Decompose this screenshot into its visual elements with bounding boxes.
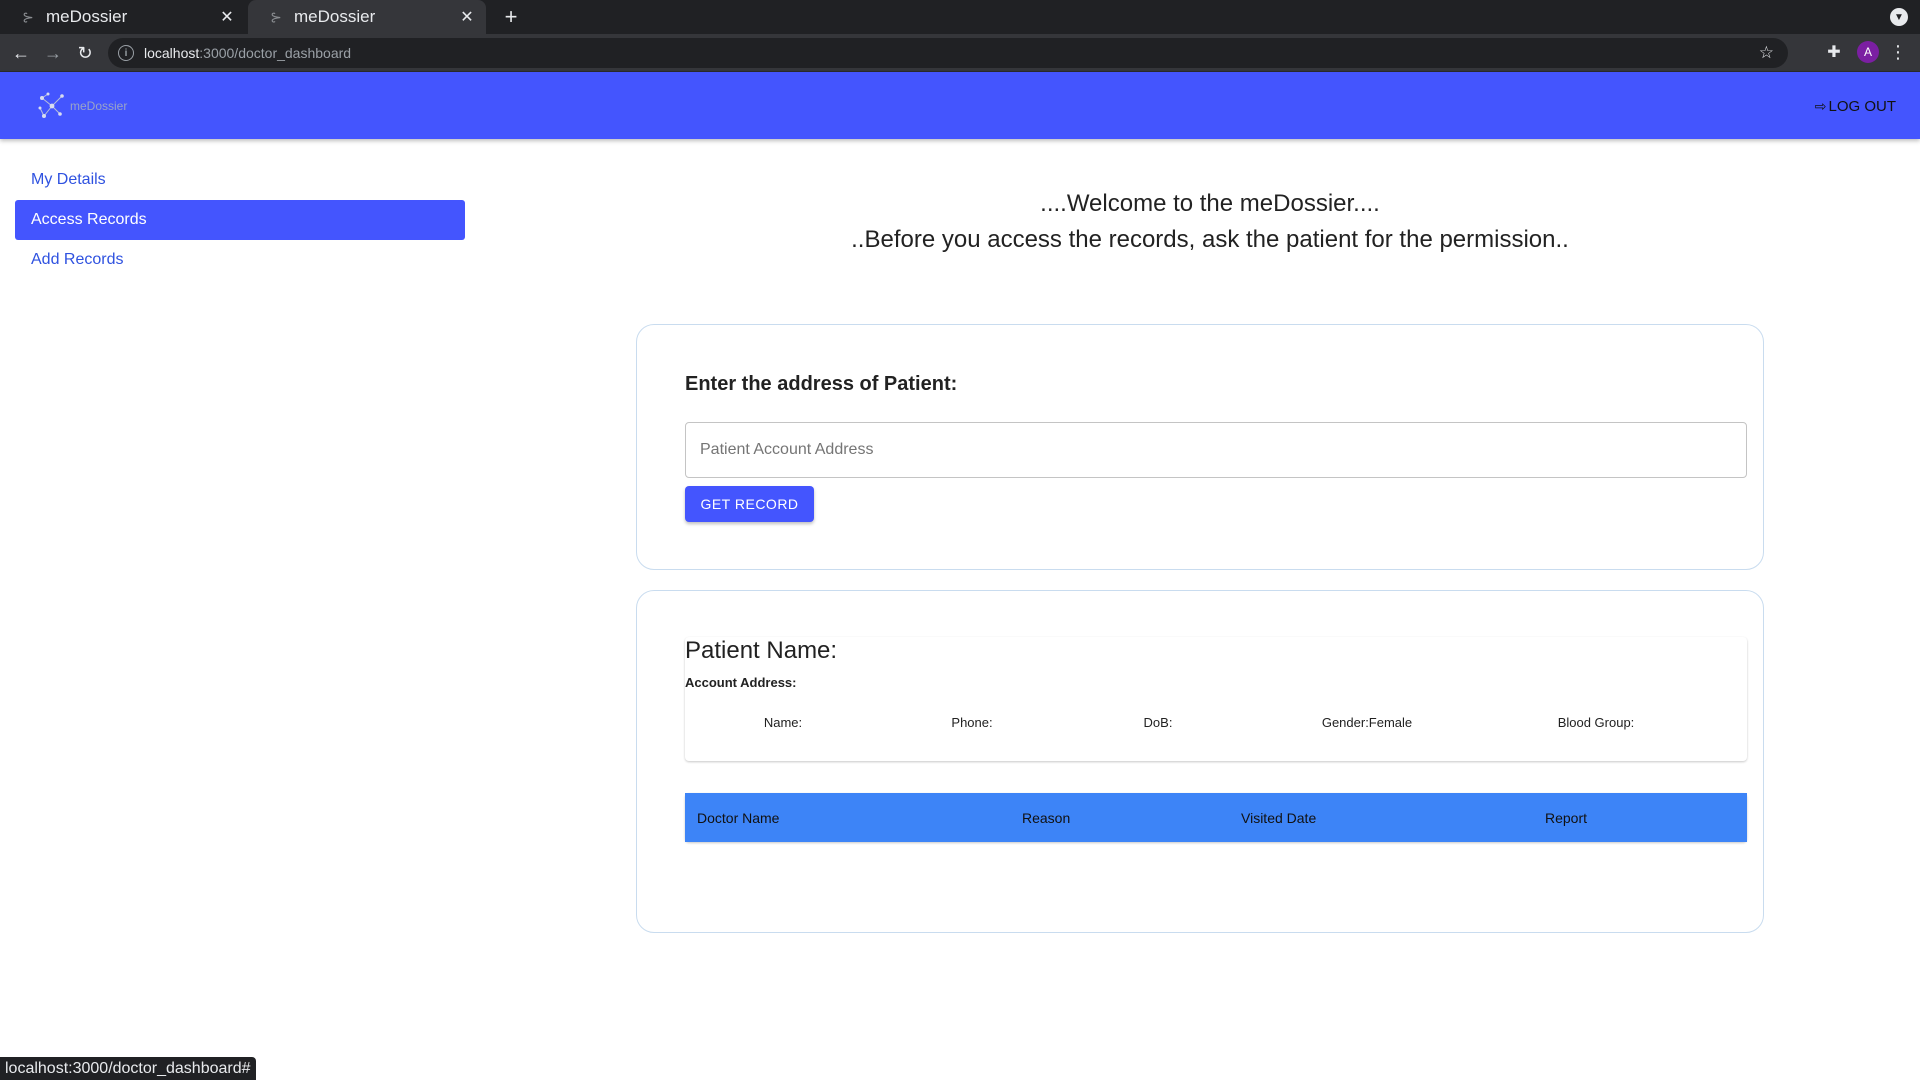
field-gender: Gender:Female — [1321, 715, 1413, 730]
patient-address-input[interactable] — [685, 422, 1747, 478]
link-status-bubble: localhost:3000/doctor_dashboard# — [0, 1057, 256, 1080]
get-record-button[interactable]: GET RECORD — [685, 486, 814, 522]
sidebar-item-my-details[interactable]: My Details — [15, 160, 465, 200]
browser-tab-2[interactable]: ⊱ meDossier ✕ — [248, 0, 486, 34]
search-title: Enter the address of Patient: — [685, 373, 958, 395]
logout-button[interactable]: ⇨ LOG OUT — [1815, 94, 1896, 118]
column-header-visited-date: Visited Date — [1229, 793, 1533, 842]
url-host: localhost — [144, 45, 200, 61]
sidebar-item-add-records[interactable]: Add Records — [15, 240, 465, 280]
logo-network-icon — [38, 92, 64, 118]
logo-text: meDossier — [70, 99, 128, 113]
field-name: Name: — [763, 715, 803, 730]
table-header-row: Doctor Name Reason Visited Date Report — [685, 793, 1747, 842]
address-bar[interactable]: i localhost:3000/doctor_dashboard ☆ — [108, 38, 1788, 68]
tab-favicon-icon: ⊱ — [22, 8, 34, 25]
sidebar-item-label: Add Records — [31, 251, 124, 268]
sidebar-item-label: Access Records — [31, 211, 147, 228]
records-table: Doctor Name Reason Visited Date Report — [685, 793, 1747, 842]
tab-close-icon[interactable]: ✕ — [454, 4, 480, 30]
new-tab-icon[interactable]: + — [498, 4, 524, 30]
tab-search-icon[interactable]: ▼ — [1890, 8, 1908, 26]
app-header: meDossier ⇨ LOG OUT — [0, 72, 1920, 139]
logout-label: LOG OUT — [1828, 97, 1896, 115]
site-info-icon[interactable]: i — [118, 45, 134, 61]
welcome-message: ....Welcome to the meDossier.... ..Befor… — [636, 186, 1784, 258]
reload-icon[interactable]: ↻ — [72, 40, 98, 66]
patient-name-heading: Patient Name: — [685, 637, 838, 664]
welcome-line-1: ....Welcome to the meDossier.... — [1040, 190, 1380, 217]
sidebar-item-label: My Details — [31, 171, 106, 188]
column-header-doctor-name: Doctor Name — [685, 793, 1010, 842]
url-text: localhost:3000/doctor_dashboard — [144, 45, 351, 61]
browser-tab-strip: ⊱ meDossier ✕ ⊱ meDossier ✕ + ▼ — [0, 0, 1920, 34]
logout-icon: ⇨ — [1814, 97, 1827, 114]
tab-close-icon[interactable]: ✕ — [214, 4, 240, 30]
patient-info-panel: Patient Name: Account Address: Name: Pho… — [685, 637, 1747, 761]
back-arrow-icon[interactable]: ← — [8, 40, 34, 66]
patient-record-card: Patient Name: Account Address: Name: Pho… — [636, 590, 1764, 933]
tab-title: meDossier — [294, 7, 376, 26]
sidebar-nav: My Details Access Records Add Records — [15, 160, 465, 280]
account-address-label: Account Address: — [685, 675, 797, 690]
sidebar-item-access-records[interactable]: Access Records — [15, 200, 465, 240]
column-header-reason: Reason — [1010, 793, 1229, 842]
profile-avatar[interactable]: A — [1857, 41, 1879, 63]
tab-title: meDossier — [46, 7, 128, 26]
url-path: :3000/doctor_dashboard — [199, 45, 352, 61]
patient-search-card: Enter the address of Patient: GET RECORD — [636, 324, 1764, 570]
field-dob: DoB: — [1143, 715, 1173, 730]
extensions-puzzle-icon[interactable]: ✚ — [1822, 40, 1846, 64]
welcome-line-2: ..Before you access the records, ask the… — [851, 226, 1569, 253]
browser-tab-1[interactable]: ⊱ meDossier ✕ — [0, 0, 246, 34]
tab-favicon-icon: ⊱ — [270, 8, 282, 25]
field-phone: Phone: — [951, 715, 993, 730]
browser-menu-icon[interactable]: ⋮ — [1888, 40, 1908, 64]
browser-toolbar: ← → ↻ i localhost:3000/doctor_dashboard … — [0, 34, 1920, 72]
medossier-logo[interactable]: meDossier — [36, 90, 127, 122]
forward-arrow-icon[interactable]: → — [40, 40, 66, 66]
column-header-report: Report — [1533, 793, 1747, 842]
field-blood-group: Blood Group: — [1557, 715, 1635, 730]
bookmark-star-icon[interactable]: ☆ — [1759, 43, 1774, 63]
